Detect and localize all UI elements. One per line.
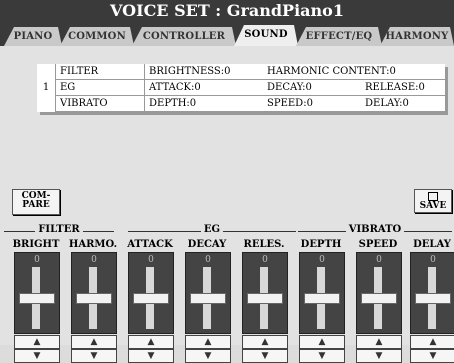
slider-handle[interactable] bbox=[19, 293, 55, 304]
compare-button[interactable]: COM- PARE bbox=[12, 189, 60, 215]
slider-harmo[interactable]: 0 bbox=[71, 252, 117, 334]
group-eg: EG bbox=[128, 224, 296, 238]
slider-value: 0 bbox=[376, 255, 382, 265]
table-cell: HARMONIC CONTENT:0 bbox=[263, 64, 445, 80]
slider-attack[interactable]: 0 bbox=[128, 252, 174, 334]
slider-up-arrow-icon[interactable]: ▲ bbox=[185, 335, 231, 349]
tab-sound[interactable]: SOUND bbox=[234, 25, 298, 46]
slider-groups: FILTER EG VIBRATO bbox=[0, 224, 454, 238]
slider-up-arrow-icon[interactable]: ▲ bbox=[14, 335, 60, 349]
slider-value: 0 bbox=[205, 255, 211, 265]
slider-label-reles: RELES. bbox=[243, 239, 285, 250]
table-cell: BRIGHTNESS:0 bbox=[144, 64, 263, 80]
table-cell: EG bbox=[55, 79, 145, 96]
slider-reles[interactable]: 0 bbox=[242, 252, 288, 334]
slider-down-arrow-icon[interactable]: ▼ bbox=[185, 349, 231, 363]
parameter-table: FILTER BRIGHTNESS:0 HARMONIC CONTENT:0 1… bbox=[37, 64, 445, 112]
tab-effect-eq[interactable]: EFFECT/EQ bbox=[296, 27, 382, 46]
slider-up-arrow-icon[interactable]: ▲ bbox=[356, 335, 402, 349]
table-row-eg[interactable]: 1 EG ATTACK:0 DECAY:0 RELEASE:0 bbox=[37, 79, 445, 96]
sound-panel: FILTER BRIGHTNESS:0 HARMONIC CONTENT:0 1… bbox=[0, 46, 454, 363]
row-index bbox=[37, 96, 56, 112]
table-cell: DELAY:0 bbox=[361, 95, 445, 112]
slider-handle[interactable] bbox=[76, 293, 112, 304]
floppy-icon bbox=[428, 192, 438, 201]
slider-decay[interactable]: 0 bbox=[185, 252, 231, 334]
slider-label-decay: DECAY bbox=[187, 239, 227, 250]
window-title: VOICE SET : GrandPiano1 bbox=[0, 0, 454, 22]
slider-down-arrow-icon[interactable]: ▼ bbox=[356, 349, 402, 363]
slider-bright[interactable]: 0 bbox=[14, 252, 60, 334]
tab-piano[interactable]: PIANO bbox=[4, 27, 62, 46]
slider-depth[interactable]: 0 bbox=[299, 252, 345, 334]
slider-handle[interactable] bbox=[133, 293, 169, 304]
slider-label-delay: DELAY bbox=[413, 239, 451, 250]
slider-down-arrow-icon[interactable]: ▼ bbox=[14, 349, 60, 363]
tab-common[interactable]: COMMON bbox=[60, 27, 134, 46]
slider-label-speed: SPEED bbox=[358, 239, 398, 250]
slider-up-arrow-icon[interactable]: ▲ bbox=[299, 335, 345, 349]
slider-label-depth: DEPTH bbox=[300, 239, 342, 250]
slider-value: 0 bbox=[262, 255, 268, 265]
slider-handle[interactable] bbox=[304, 293, 340, 304]
row-index bbox=[37, 64, 56, 80]
slider-handle[interactable] bbox=[190, 293, 226, 304]
slider-down-arrow-icon[interactable]: ▼ bbox=[71, 349, 117, 363]
slider-value: 0 bbox=[34, 255, 40, 265]
table-row-filter[interactable]: FILTER BRIGHTNESS:0 HARMONIC CONTENT:0 bbox=[37, 64, 445, 80]
table-cell: SPEED:0 bbox=[263, 95, 361, 112]
slider-value: 0 bbox=[319, 255, 325, 265]
slider-label-bright: BRIGHT bbox=[12, 239, 60, 250]
tab-controller[interactable]: CONTROLLER bbox=[132, 27, 236, 46]
slider-up-arrow-icon[interactable]: ▲ bbox=[242, 335, 288, 349]
slider-up-arrow-icon[interactable]: ▲ bbox=[71, 335, 117, 349]
slider-down-arrow-icon[interactable]: ▼ bbox=[128, 349, 174, 363]
table-cell: DEPTH:0 bbox=[144, 95, 263, 112]
slider-label-attack: ATTACK bbox=[127, 239, 173, 250]
row-index: 1 bbox=[42, 82, 50, 93]
group-vibrato: VIBRATO bbox=[298, 224, 452, 238]
table-cell: RELEASE:0 bbox=[361, 79, 445, 96]
slider-handle[interactable] bbox=[361, 293, 397, 304]
slider-up-arrow-icon[interactable]: ▲ bbox=[410, 335, 454, 349]
slider-down-arrow-icon[interactable]: ▼ bbox=[299, 349, 345, 363]
slider-up-arrow-icon[interactable]: ▲ bbox=[128, 335, 174, 349]
slider-handle[interactable] bbox=[415, 293, 451, 304]
table-cell: FILTER bbox=[55, 64, 145, 80]
group-filter: FILTER bbox=[4, 224, 114, 238]
slider-delay[interactable]: 0 bbox=[410, 252, 454, 334]
slider-value: 0 bbox=[91, 255, 97, 265]
table-cell: VIBRATO bbox=[55, 95, 145, 112]
tab-harmony[interactable]: HARMONY bbox=[380, 27, 454, 46]
save-button[interactable]: SAVE bbox=[414, 189, 452, 213]
slider-label-harmo: HARMO. bbox=[68, 239, 118, 250]
save-label: SAVE bbox=[419, 201, 447, 211]
slider-down-arrow-icon[interactable]: ▼ bbox=[410, 349, 454, 363]
slider-handle[interactable] bbox=[247, 293, 283, 304]
slider-down-arrow-icon[interactable]: ▼ bbox=[242, 349, 288, 363]
table-cell: ATTACK:0 bbox=[144, 79, 263, 96]
table-row-vibrato[interactable]: VIBRATO DEPTH:0 SPEED:0 DELAY:0 bbox=[37, 95, 445, 112]
slider-value: 0 bbox=[430, 255, 436, 265]
slider-speed[interactable]: 0 bbox=[356, 252, 402, 334]
tab-bar: PIANO COMMON CONTROLLER SOUND EFFECT/EQ … bbox=[0, 22, 454, 46]
slider-value: 0 bbox=[148, 255, 154, 265]
table-cell: DECAY:0 bbox=[263, 79, 361, 96]
